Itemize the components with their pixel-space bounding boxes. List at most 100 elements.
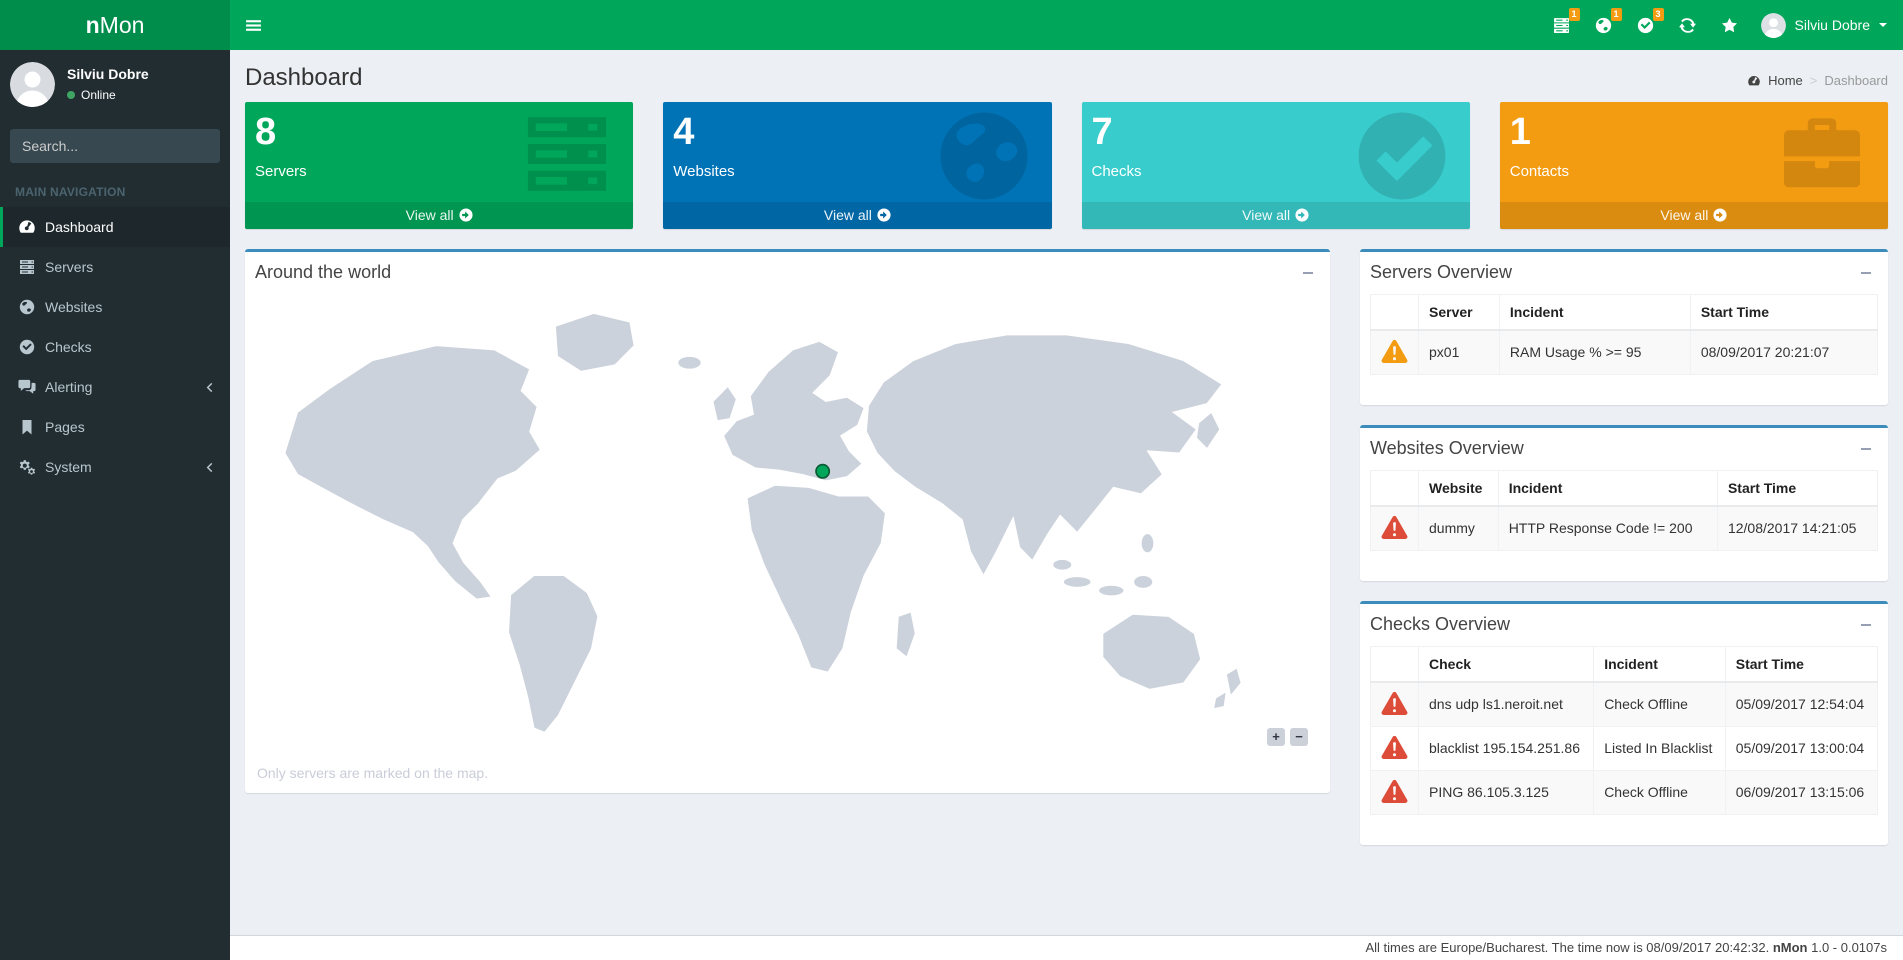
stat-label: Contacts — [1510, 163, 1878, 180]
column-header: Check — [1419, 646, 1594, 682]
map-zoom-in-button[interactable]: + — [1267, 728, 1285, 746]
column-header — [1371, 294, 1419, 330]
user-status[interactable]: Online — [67, 88, 149, 102]
refresh-icon — [1679, 17, 1696, 34]
server-map-marker[interactable] — [816, 464, 829, 477]
stat-box-contacts: 1 Contacts View all — [1500, 102, 1888, 229]
sidebar-item-servers[interactable]: Servers — [0, 247, 230, 287]
stat-value: 8 — [255, 112, 623, 154]
comments-icon — [18, 379, 36, 395]
view-all-contacts-link[interactable]: View all — [1500, 202, 1888, 229]
collapse-panel-button[interactable] — [1296, 262, 1320, 284]
arrow-circle-right-icon — [1295, 208, 1309, 222]
chevron-left-icon — [204, 382, 215, 393]
servers-notifications-button[interactable]: 1 — [1541, 0, 1583, 50]
column-header: Incident — [1499, 294, 1690, 330]
gears-icon — [18, 459, 36, 475]
websites-notifications-button[interactable]: 1 — [1583, 0, 1625, 50]
sidebar-item-label: System — [45, 459, 92, 475]
sidebar-item-label: Alerting — [45, 379, 92, 395]
checks-notifications-button[interactable]: 3 — [1625, 0, 1667, 50]
notification-badge: 1 — [1569, 8, 1580, 21]
map-panel-title: Around the world — [255, 262, 391, 283]
breadcrumb-home-link[interactable]: Home — [1768, 73, 1803, 88]
sidebar-item-label: Servers — [45, 259, 93, 275]
column-header: Server — [1419, 294, 1500, 330]
brand-logo[interactable]: nMon — [0, 0, 230, 50]
stat-label: Servers — [255, 163, 623, 180]
sidebar-item-checks[interactable]: Checks — [0, 327, 230, 367]
table-row: blacklist 195.154.251.86 Listed In Black… — [1371, 726, 1878, 770]
favorites-button[interactable] — [1709, 0, 1751, 50]
stat-box-websites: 4 Websites View all — [663, 102, 1051, 229]
incident-cell: Check Offline — [1594, 682, 1726, 727]
stat-box-row: 8 Servers View all 4 Websites View all — [230, 102, 1903, 229]
breadcrumb-current: Dashboard — [1824, 73, 1888, 88]
world-map-container: + − — [255, 294, 1320, 756]
footer-version: 1.0 - 0.0107s — [1811, 940, 1887, 955]
breadcrumb-separator: > — [1810, 73, 1818, 88]
view-all-label: View all — [406, 207, 454, 223]
overview-column: Servers Overview Server Incident — [1360, 249, 1888, 865]
notification-badge: 3 — [1653, 8, 1664, 21]
sidebar-item-system[interactable]: System — [0, 447, 230, 487]
content-wrapper: Dashboard Home > Dashboard 8 Servers Vie… — [230, 0, 1903, 935]
sidebar-item-websites[interactable]: Websites — [0, 287, 230, 327]
brand-bold: n — [86, 12, 100, 39]
refresh-button[interactable] — [1667, 0, 1709, 50]
column-header: Website — [1419, 470, 1499, 506]
world-map[interactable] — [255, 294, 1320, 756]
column-header: Start Time — [1717, 470, 1877, 506]
sidebar-menu: Dashboard Servers Websites Checks Alerti… — [0, 207, 230, 487]
stat-value: 4 — [673, 112, 1041, 154]
websites-overview-panel: Websites Overview Website Incident — [1360, 425, 1888, 581]
sidebar-item-alerting[interactable]: Alerting — [0, 367, 230, 407]
warning-triangle-icon — [1381, 691, 1408, 715]
search-input[interactable] — [10, 129, 215, 163]
sidebar-toggle-button[interactable] — [230, 0, 276, 50]
user-menu[interactable]: Silviu Dobre — [1751, 0, 1903, 50]
brand-rest: Mon — [100, 12, 145, 39]
servers-overview-panel: Servers Overview Server Incident — [1360, 249, 1888, 405]
minus-icon — [1860, 443, 1872, 455]
map-zoom-controls: + − — [1267, 728, 1308, 746]
globe-icon — [1595, 17, 1612, 34]
table-row: PING 86.105.3.125 Check Offline 06/09/20… — [1371, 770, 1878, 814]
arrow-circle-right-icon — [459, 208, 473, 222]
incident-cell: RAM Usage % >= 95 — [1499, 330, 1690, 375]
view-all-label: View all — [1660, 207, 1708, 223]
view-all-checks-link[interactable]: View all — [1082, 202, 1470, 229]
sidebar-item-dashboard[interactable]: Dashboard — [0, 207, 230, 247]
sidebar: Silviu Dobre Online MAIN NAVIGATION Dash… — [0, 50, 230, 960]
collapse-panel-button[interactable] — [1854, 438, 1878, 460]
view-all-websites-link[interactable]: View all — [663, 202, 1051, 229]
check-circle-icon — [1637, 17, 1654, 34]
page-title: Dashboard — [245, 64, 362, 92]
stat-value: 7 — [1092, 112, 1460, 154]
collapse-panel-button[interactable] — [1854, 614, 1878, 636]
notification-badge: 1 — [1611, 8, 1622, 21]
map-panel: Around the world — [245, 249, 1330, 793]
sidebar-item-pages[interactable]: Pages — [0, 407, 230, 447]
collapse-panel-button[interactable] — [1854, 262, 1878, 284]
column-header: Incident — [1594, 646, 1726, 682]
sidebar-user-panel: Silviu Dobre Online — [0, 50, 230, 119]
view-all-servers-link[interactable]: View all — [245, 202, 633, 229]
check-name-cell: blacklist 195.154.251.86 — [1419, 726, 1594, 770]
breadcrumb: Home > Dashboard — [1747, 73, 1888, 92]
minus-icon — [1860, 619, 1872, 631]
start-time-cell: 08/09/2017 20:21:07 — [1690, 330, 1877, 375]
website-name-cell: dummy — [1419, 506, 1499, 551]
checks-overview-table: Check Incident Start Time dns udp ls1.ne… — [1370, 646, 1878, 815]
search-button[interactable] — [215, 129, 220, 163]
check-name-cell: PING 86.105.3.125 — [1419, 770, 1594, 814]
star-icon — [1721, 17, 1738, 34]
start-time-cell: 05/09/2017 12:54:04 — [1725, 682, 1877, 727]
warning-triangle-icon — [1381, 779, 1408, 803]
stat-box-checks: 7 Checks View all — [1082, 102, 1470, 229]
map-zoom-out-button[interactable]: − — [1290, 728, 1308, 746]
sidebar-item-label: Pages — [45, 419, 85, 435]
incident-cell: HTTP Response Code != 200 — [1498, 506, 1717, 551]
stat-label: Websites — [673, 163, 1041, 180]
gauge-icon — [1747, 75, 1761, 87]
